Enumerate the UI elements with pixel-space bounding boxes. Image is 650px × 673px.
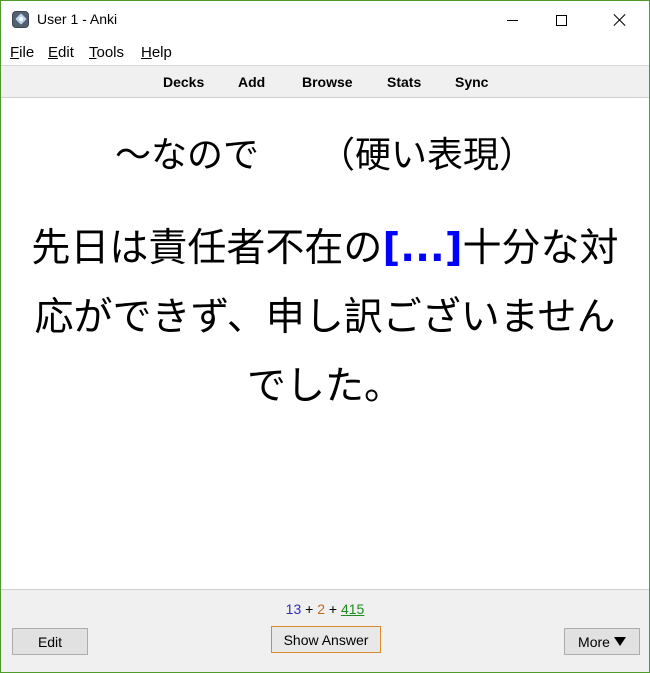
menu-file-mnemonic: F bbox=[10, 44, 20, 61]
menu-tools-mnemonic: T bbox=[89, 44, 97, 61]
new-count: 13 bbox=[285, 601, 302, 617]
card-view: ～なので （硬い表現） 先日は責任者不在の[...]十分な対応ができず、申し訳ござ… bbox=[1, 98, 649, 589]
due-counts: 13 + 2 + 415 bbox=[1, 601, 649, 617]
menu-edit-mnemonic: E bbox=[48, 44, 59, 61]
toolbar-sync[interactable]: Sync bbox=[455, 74, 488, 90]
toolbar-stats[interactable]: Stats bbox=[387, 74, 421, 90]
toolbar-add[interactable]: Add bbox=[238, 74, 265, 90]
anki-window: User 1 - Anki File Edit Tools Help Decks… bbox=[0, 0, 650, 673]
grammar-note: （硬い表現） bbox=[319, 135, 536, 176]
show-answer-button[interactable]: Show Answer bbox=[271, 626, 381, 653]
menu-tools-label: ools bbox=[96, 44, 125, 61]
count-separator: + bbox=[305, 601, 314, 617]
card-sentence: 先日は責任者不在の[...]十分な対応ができず、申し訳ございませんでした。 bbox=[25, 214, 625, 421]
menu-edit[interactable]: Edit bbox=[48, 44, 74, 61]
maximize-button[interactable] bbox=[538, 1, 584, 39]
card-heading: ～なので （硬い表現） bbox=[1, 132, 649, 180]
review-count: 415 bbox=[340, 601, 365, 617]
learning-count: 2 bbox=[317, 601, 325, 617]
caret-down-icon bbox=[613, 637, 626, 646]
grammar-pattern: ～なので bbox=[114, 135, 259, 176]
menu-help[interactable]: Help bbox=[141, 44, 172, 61]
close-icon bbox=[613, 13, 627, 27]
menu-file[interactable]: File bbox=[10, 44, 34, 61]
menu-help-label: elp bbox=[151, 44, 172, 61]
count-separator: + bbox=[328, 601, 338, 617]
cloze-blank: [...] bbox=[382, 226, 463, 271]
minimize-button[interactable] bbox=[489, 1, 535, 39]
show-answer-label: Show Answer bbox=[283, 631, 369, 648]
more-button-label: More bbox=[578, 633, 610, 650]
maximize-icon bbox=[555, 14, 567, 26]
window-title: User 1 - Anki bbox=[37, 11, 118, 27]
close-button[interactable] bbox=[597, 1, 643, 39]
toolbar: Decks Add Browse Stats Sync bbox=[1, 65, 649, 98]
menu-bar: File Edit Tools Help bbox=[1, 39, 649, 65]
edit-button-label: Edit bbox=[37, 633, 63, 650]
sentence-before-cloze: 先日は責任者不在の bbox=[31, 226, 383, 271]
menu-help-mnemonic: H bbox=[141, 44, 152, 61]
toolbar-browse[interactable]: Browse bbox=[302, 74, 353, 90]
menu-file-label: ile bbox=[19, 44, 35, 61]
more-button[interactable]: More bbox=[564, 628, 640, 655]
title-bar[interactable]: User 1 - Anki bbox=[1, 1, 649, 39]
menu-edit-label: dit bbox=[58, 44, 74, 61]
anki-icon bbox=[12, 11, 29, 28]
review-bottom-bar: 13 + 2 + 415 Edit Show Answer More bbox=[1, 589, 649, 672]
edit-button[interactable]: Edit bbox=[12, 628, 88, 655]
toolbar-decks[interactable]: Decks bbox=[163, 74, 204, 90]
menu-tools[interactable]: Tools bbox=[89, 44, 124, 61]
minimize-icon bbox=[506, 19, 518, 21]
